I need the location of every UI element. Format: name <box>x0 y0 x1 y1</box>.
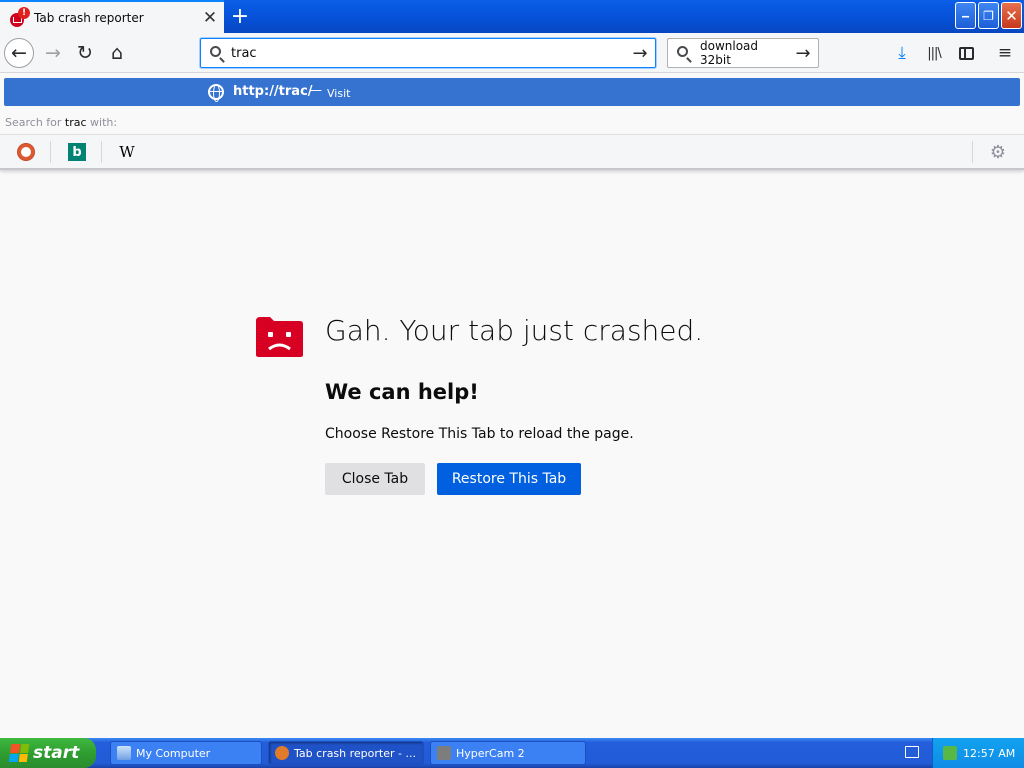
suggestion-url: http://trac/ <box>233 84 313 99</box>
nav-toolbar: ← → ↻ ⌂ → download 32bit → ⤓ |||\ ≡ <box>0 33 1024 73</box>
suggestion-action: Visit <box>327 87 351 100</box>
taskbar-item-my-computer[interactable]: My Computer <box>110 741 262 765</box>
library-icon[interactable]: |||\ <box>922 41 946 65</box>
suggestion-row[interactable]: http://trac/ — Visit <box>4 78 1020 106</box>
tab-close-icon[interactable]: ✕ <box>196 4 224 32</box>
reload-button[interactable]: ↻ <box>70 38 100 68</box>
taskbar-item-firefox[interactable]: Tab crash reporter - ... <box>268 741 424 765</box>
one-off-search-engines: b W ⚙ <box>0 134 1024 168</box>
restore-tab-button[interactable]: Restore This Tab <box>437 463 581 495</box>
hypercam-icon <box>437 746 451 760</box>
new-tab-button[interactable]: + <box>226 2 254 30</box>
window-close-button[interactable]: ✕ <box>1001 2 1022 29</box>
gear-icon[interactable]: ⚙ <box>989 142 1007 163</box>
hamburger-menu-icon[interactable]: ≡ <box>993 41 1017 65</box>
search-icon <box>668 39 698 67</box>
minimize-button[interactable]: ‒ <box>955 2 976 29</box>
search-go-icon[interactable]: → <box>788 43 818 64</box>
url-bar[interactable]: → <box>200 38 656 68</box>
taskbar-item-hypercam[interactable]: HyperCam 2 <box>430 741 586 765</box>
home-button[interactable]: ⌂ <box>102 38 132 68</box>
search-icon <box>201 39 231 67</box>
wikipedia-icon[interactable]: W <box>118 143 136 161</box>
globe-icon <box>208 84 224 102</box>
computer-icon <box>117 746 131 760</box>
window-controls: ‒ ❐ ✕ <box>955 2 1022 29</box>
divider <box>101 141 102 163</box>
sidebar-icon[interactable] <box>954 41 978 65</box>
crash-message: Choose Restore This Tab to reload the pa… <box>325 426 634 442</box>
download-icon[interactable]: ⤓ <box>890 41 914 65</box>
bing-icon[interactable]: b <box>68 143 86 161</box>
restore-button[interactable]: ❐ <box>978 2 999 29</box>
windows-flag-icon <box>8 744 30 762</box>
network-icon[interactable] <box>943 746 957 760</box>
suggestion-separator: — <box>309 83 322 98</box>
firefox-icon <box>275 746 289 760</box>
url-input[interactable] <box>231 40 625 66</box>
system-tray: 12:57 AM <box>932 738 1024 768</box>
tab-title: Tab crash reporter <box>34 10 144 25</box>
sad-folder-icon <box>256 317 303 357</box>
crash-subtitle: We can help! <box>325 380 479 404</box>
close-tab-button[interactable]: Close Tab <box>325 463 425 495</box>
taskbar: start My Computer Tab crash reporter - .… <box>0 738 1024 768</box>
crash-favicon-icon: ! <box>8 6 32 29</box>
divider <box>50 141 51 163</box>
search-box[interactable]: download 32bit → <box>667 38 819 68</box>
duckduckgo-icon[interactable] <box>17 143 35 161</box>
title-bar: ! Tab crash reporter ✕ + ‒ ❐ ✕ <box>0 0 1024 33</box>
start-button[interactable]: start <box>0 738 96 768</box>
urlbar-popup: http://trac/ — Visit Search for trac wit… <box>0 73 1024 170</box>
keyboard-icon[interactable] <box>905 746 919 758</box>
clock: 12:57 AM <box>963 746 1016 760</box>
start-label: start <box>33 743 80 763</box>
search-input[interactable]: download 32bit <box>698 39 788 67</box>
crash-title: Gah. Your tab just crashed. <box>325 314 704 347</box>
tab-crash-reporter[interactable]: ! Tab crash reporter ✕ <box>0 0 224 33</box>
go-arrow-icon[interactable]: → <box>625 43 655 64</box>
search-for-label: Search for trac with: <box>5 116 118 129</box>
forward-button[interactable]: → <box>38 38 68 68</box>
back-button[interactable]: ← <box>4 38 34 68</box>
divider <box>972 141 973 163</box>
